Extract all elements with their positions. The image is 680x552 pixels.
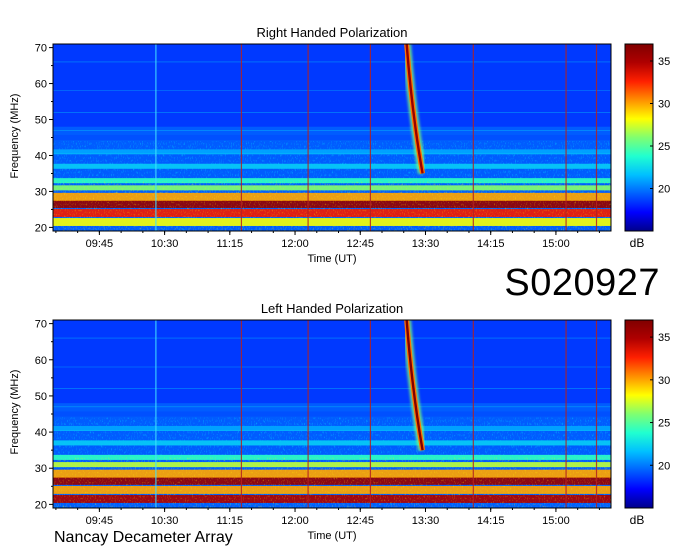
y-tick-label: 30 bbox=[35, 463, 47, 475]
colorbar-unit: dB bbox=[630, 236, 645, 250]
y-axis-label: Frequency (MHz) bbox=[9, 94, 21, 179]
y-tick-label: 60 bbox=[35, 79, 47, 91]
y-tick-label: 60 bbox=[35, 355, 47, 367]
heatmap-band bbox=[53, 163, 611, 169]
colorbar-tick-label: 35 bbox=[658, 332, 670, 344]
instrument-label: Nancay Decameter Array bbox=[54, 529, 233, 546]
x-tick-label: 10:30 bbox=[151, 238, 179, 250]
x-axis-label: Time (UT) bbox=[307, 253, 356, 265]
y-tick-label: 40 bbox=[35, 150, 47, 162]
x-tick-label: 13:30 bbox=[412, 515, 440, 527]
y-axis: 20 30 40 50 60 70 bbox=[35, 43, 53, 234]
x-tick-label: 15:00 bbox=[542, 238, 570, 250]
y-tick-label: 30 bbox=[35, 186, 47, 198]
y-tick-label: 70 bbox=[35, 43, 47, 55]
left-polarization-panel: Left Handed Polarization 20 30 40 50 60 70 09… bbox=[9, 301, 670, 542]
x-axis: 09:45 10:30 11:15 12:00 12:45 13:30 14:15 15:00 bbox=[55, 508, 600, 527]
x-tick-label: 14:15 bbox=[477, 515, 505, 527]
x-tick-label: 10:30 bbox=[151, 515, 179, 527]
y-tick-label: 50 bbox=[35, 115, 47, 127]
heatmap-band bbox=[53, 411, 611, 417]
heatmap-band bbox=[53, 440, 611, 446]
x-axis-label: Time (UT) bbox=[307, 530, 356, 542]
x-tick-label: 15:00 bbox=[542, 515, 570, 527]
colorbar-tick-label: 20 bbox=[658, 184, 670, 196]
chart-title: Left Handed Polarization bbox=[261, 301, 403, 316]
y-tick-label: 20 bbox=[35, 222, 47, 234]
heatmap-noise bbox=[53, 180, 611, 231]
x-tick-label: 09:45 bbox=[86, 515, 114, 527]
x-tick-label: 09:45 bbox=[86, 238, 114, 250]
heatmap-plot bbox=[52, 43, 612, 232]
x-tick-label: 12:00 bbox=[281, 238, 309, 250]
heatmap-noise bbox=[53, 457, 611, 508]
colorbar: 20 25 30 35 bbox=[624, 319, 670, 509]
colorbar-unit: dB bbox=[630, 513, 645, 527]
x-tick-label: 12:45 bbox=[346, 515, 374, 527]
colorbar-tick-label: 30 bbox=[658, 99, 670, 111]
colorbar-tick-label: 25 bbox=[658, 418, 670, 430]
colorbar-tick-label: 25 bbox=[658, 141, 670, 153]
y-axis: 20 30 40 50 60 70 bbox=[35, 319, 53, 511]
colorbar-tick-label: 30 bbox=[658, 375, 670, 387]
x-tick-label: 14:15 bbox=[477, 238, 505, 250]
colorbar: 20 25 30 35 bbox=[624, 43, 670, 232]
x-axis: 09:45 10:30 11:15 12:00 12:45 13:30 14:15 15:00 bbox=[55, 231, 600, 250]
y-tick-label: 40 bbox=[35, 427, 47, 439]
colorbar-gradient bbox=[624, 43, 654, 232]
x-tick-label: 11:15 bbox=[216, 238, 243, 250]
y-tick-label: 50 bbox=[35, 391, 47, 403]
y-tick-label: 70 bbox=[35, 319, 47, 331]
heatmap-band bbox=[53, 134, 611, 141]
chart-title: Right Handed Polarization bbox=[256, 25, 407, 40]
y-tick-label: 20 bbox=[35, 499, 47, 511]
colorbar-tick-label: 35 bbox=[658, 56, 670, 68]
x-tick-label: 11:15 bbox=[216, 515, 243, 527]
colorbar-tick-label: 20 bbox=[658, 460, 670, 472]
heatmap-plot bbox=[52, 319, 612, 509]
colorbar-gradient bbox=[624, 319, 654, 509]
x-tick-label: 12:00 bbox=[281, 515, 309, 527]
y-axis-label: Frequency (MHz) bbox=[9, 370, 21, 455]
right-polarization-panel: Right Handed Polarization 20 30 40 50 60 70 0… bbox=[9, 25, 670, 265]
x-tick-label: 12:45 bbox=[346, 238, 374, 250]
session-id: S020927 bbox=[504, 262, 660, 304]
x-tick-label: 13:30 bbox=[412, 238, 440, 250]
